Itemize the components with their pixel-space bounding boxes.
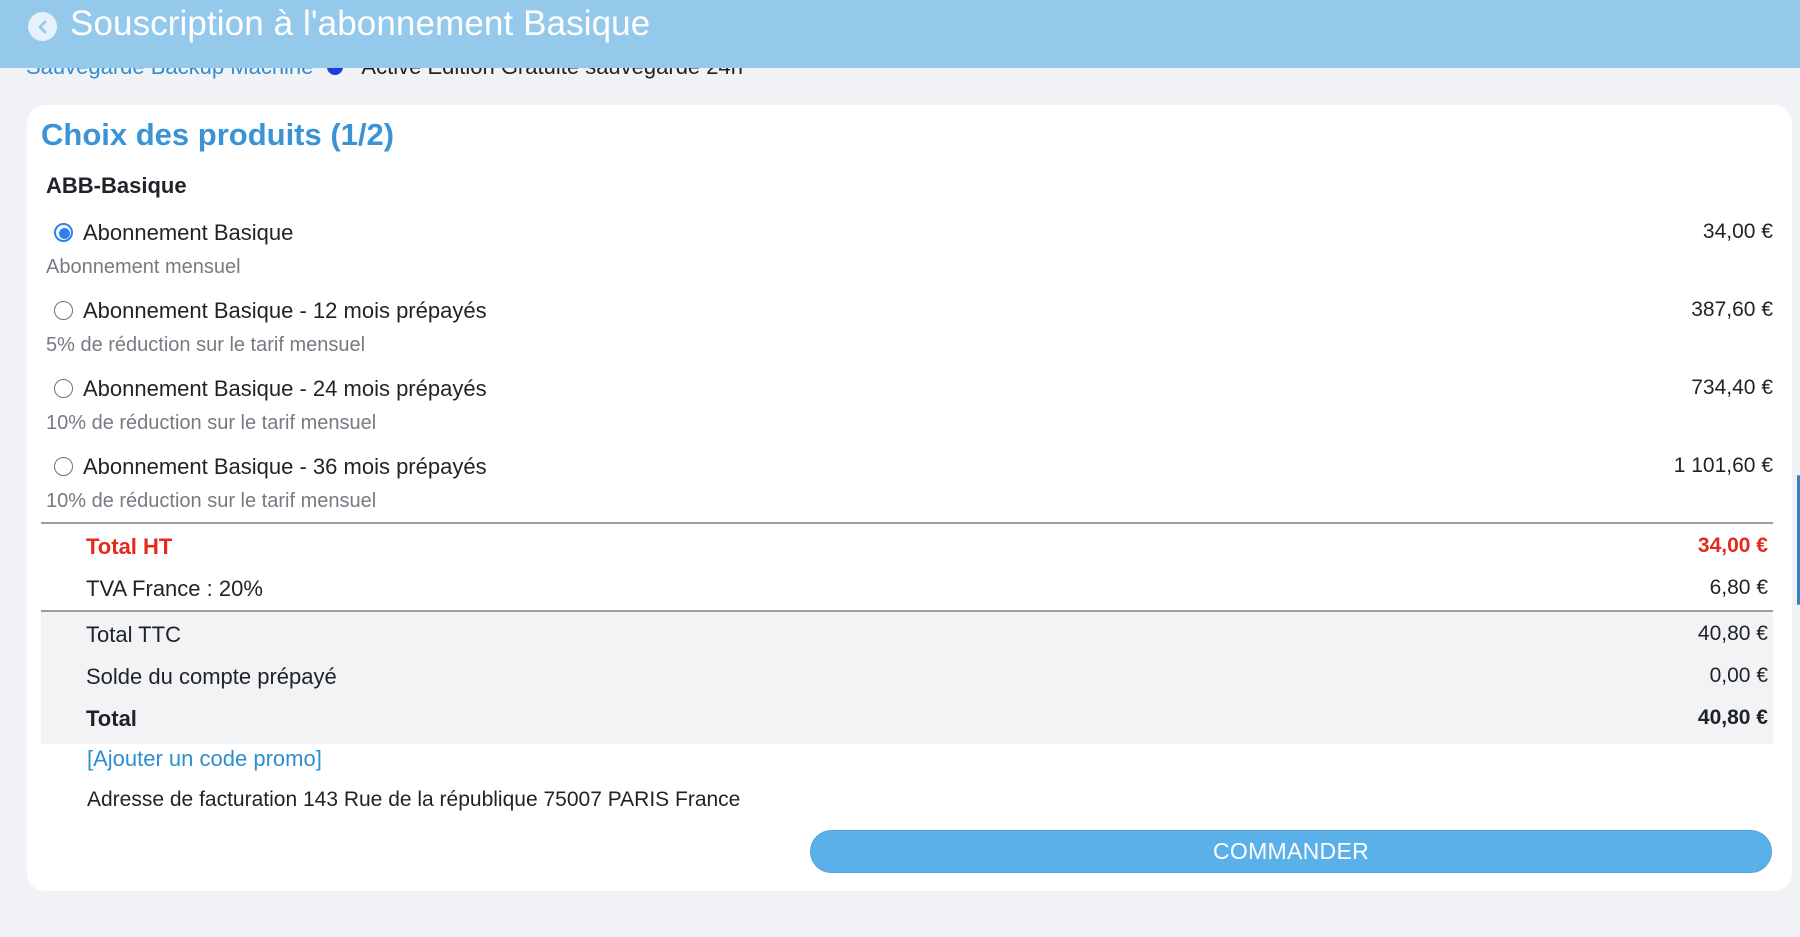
option-price: 734,40 €	[1691, 376, 1773, 399]
back-button[interactable]	[28, 12, 57, 41]
total-ttc-value: 40,80 €	[1697, 622, 1768, 645]
option-24-months[interactable]: Abonnement Basique - 24 mois prépayés 10…	[27, 376, 1792, 450]
total-ht-value: 34,00 €	[1697, 534, 1768, 557]
option-label[interactable]: Abonnement Basique - 24 mois prépayés	[83, 376, 487, 402]
radio-24-months[interactable]	[54, 379, 73, 398]
radio-monthly[interactable]	[54, 223, 73, 242]
grand-total-label: Total	[86, 706, 137, 731]
option-label[interactable]: Abonnement Basique - 12 mois prépayés	[83, 298, 487, 324]
option-price: 34,00 €	[1702, 220, 1773, 243]
chevron-left-icon	[38, 20, 46, 33]
order-button[interactable]: COMMANDER	[810, 830, 1772, 873]
divider	[41, 522, 1773, 524]
header-bar: Souscription à l'abonnement Basique	[0, 0, 1800, 68]
product-group-title: ABB-Basique	[46, 173, 187, 198]
option-description: 10% de réduction sur le tarif mensuel	[46, 412, 377, 434]
tva-label: TVA France : 20%	[86, 576, 263, 601]
total-ttc-row: Total TTC 40,80 €	[41, 616, 1773, 658]
total-ht-row: Total HT 34,00 €	[41, 528, 1773, 570]
option-12-months[interactable]: Abonnement Basique - 12 mois prépayés 5%…	[27, 298, 1792, 372]
tva-row: TVA France : 20% 6,80 €	[41, 570, 1773, 612]
page-title: Souscription à l'abonnement Basique	[70, 4, 651, 43]
solde-row: Solde du compte prépayé 0,00 €	[41, 658, 1773, 700]
card-title: Choix des produits (1/2)	[41, 117, 395, 152]
total-ht-label: Total HT	[86, 534, 173, 559]
option-36-months[interactable]: Abonnement Basique - 36 mois prépayés 10…	[27, 454, 1792, 528]
grand-total-row: Total 40,80 €	[41, 700, 1773, 742]
grand-total-value: 40,80 €	[1697, 706, 1768, 729]
tva-value: 6,80 €	[1709, 576, 1768, 599]
option-description: Abonnement mensuel	[46, 256, 241, 278]
option-price: 1 101,60 €	[1673, 454, 1773, 477]
billing-address: Adresse de facturation 143 Rue de la rép…	[87, 788, 741, 811]
radio-36-months[interactable]	[54, 457, 73, 476]
add-promo-code-link[interactable]: [Ajouter un code promo]	[87, 746, 322, 772]
solde-label: Solde du compte prépayé	[86, 664, 337, 689]
option-label[interactable]: Abonnement Basique	[83, 220, 293, 246]
solde-value: 0,00 €	[1709, 664, 1768, 687]
radio-12-months[interactable]	[54, 301, 73, 320]
total-ttc-label: Total TTC	[86, 622, 181, 647]
option-description: 5% de réduction sur le tarif mensuel	[46, 334, 366, 356]
option-description: 10% de réduction sur le tarif mensuel	[46, 490, 377, 512]
option-monthly[interactable]: Abonnement Basique Abonnement mensuel 34…	[27, 220, 1792, 294]
option-label[interactable]: Abonnement Basique - 36 mois prépayés	[83, 454, 487, 480]
subscription-page: Sauvegarde Backup Machine Active Edition…	[0, 0, 1800, 937]
option-price: 387,60 €	[1691, 298, 1773, 321]
divider	[41, 610, 1773, 612]
product-choice-card: Choix des produits (1/2) ABB-Basique Abo…	[27, 105, 1792, 891]
